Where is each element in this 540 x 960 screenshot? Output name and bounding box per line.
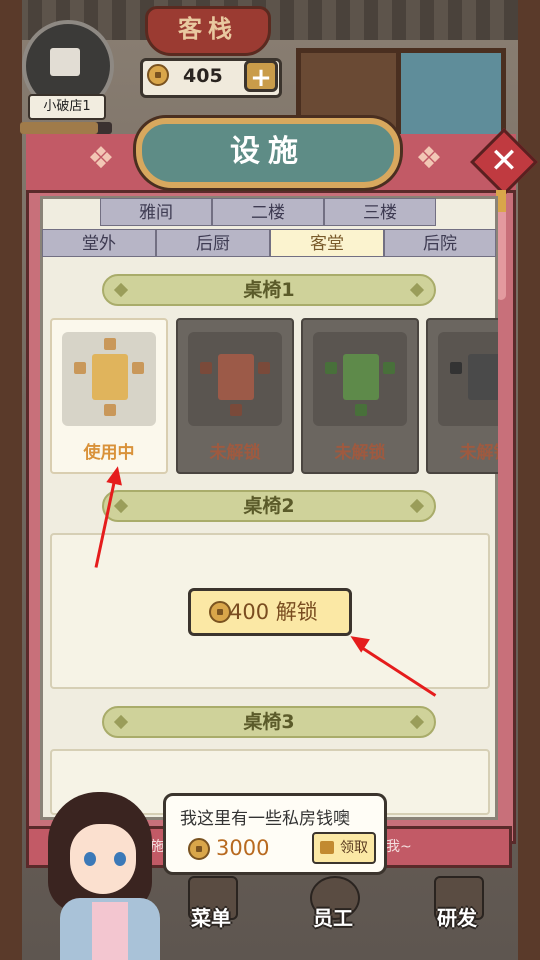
- table-card-locked[interactable]: 未解锁: [176, 318, 294, 474]
- card-status: 未解锁: [459, 443, 499, 463]
- flower-ornament-icon: ❖: [87, 141, 115, 176]
- flower-ornament-icon: ❖: [415, 141, 443, 176]
- chair-icon: [74, 362, 86, 374]
- area-tabs: 堂外 后厨 客堂 后院: [42, 229, 496, 259]
- card-status: 使用中: [83, 443, 135, 463]
- card-status: 未解锁: [209, 443, 261, 463]
- chair-icon: [104, 338, 116, 350]
- chair-icon: [450, 362, 462, 374]
- nav-staff[interactable]: 员工: [288, 872, 378, 952]
- chair-icon: [230, 404, 242, 416]
- video-ad-icon: [320, 841, 334, 854]
- section-title: 桌椅1: [243, 279, 295, 301]
- table-icon: [468, 354, 498, 400]
- diamond-icon: [409, 714, 425, 730]
- tab-second-floor[interactable]: 二楼: [212, 198, 324, 226]
- table-set-image: [188, 332, 282, 426]
- section-header-tables-2: 桌椅2: [102, 490, 436, 522]
- tab-third-floor[interactable]: 三楼: [324, 198, 436, 226]
- chair-icon: [104, 404, 116, 416]
- diamond-icon: [409, 282, 425, 298]
- section-header-tables-3: 桌椅3: [102, 706, 436, 738]
- table-icon: [92, 354, 128, 400]
- coin-icon: [209, 601, 231, 623]
- section-header-tables-1: 桌椅1: [102, 274, 436, 306]
- table-set-image: [62, 332, 156, 426]
- panel-title: 设施: [136, 118, 400, 188]
- diamond-icon: [113, 714, 129, 730]
- inn-sign: 客栈: [145, 6, 271, 56]
- tab-yajian[interactable]: 雅间: [100, 198, 212, 226]
- left-pillar: [0, 0, 22, 960]
- npc-face: [70, 824, 136, 894]
- chair-icon: [383, 362, 395, 374]
- nav-label: 研发: [437, 906, 477, 930]
- unlock-label: 解锁: [275, 600, 318, 624]
- chair-icon: [132, 362, 144, 374]
- floor-tabs: 雅间 二楼 三楼: [100, 198, 436, 228]
- nav-label: 员工: [313, 906, 353, 930]
- table-set-image: [313, 332, 407, 426]
- shop-exp-fill: [20, 122, 99, 134]
- shop-name-label: 小破店1: [28, 94, 106, 120]
- table-icon: [218, 354, 254, 400]
- speech-text: 我这里有一些私房钱噢: [180, 809, 350, 829]
- claim-reward-button[interactable]: 领取: [312, 832, 376, 864]
- tab-houyuan[interactable]: 后院: [384, 229, 496, 257]
- claim-label: 领取: [340, 840, 368, 856]
- table-icon: [343, 354, 379, 400]
- reward-amount: 3000: [216, 836, 270, 860]
- nav-research[interactable]: 研发: [412, 872, 502, 952]
- tab-ketang[interactable]: 客堂: [270, 229, 384, 257]
- add-coins-button[interactable]: +: [244, 60, 278, 93]
- section-title: 桌椅3: [243, 711, 295, 733]
- unlock-cost: 400: [229, 600, 270, 624]
- table-card-using[interactable]: 使用中: [50, 318, 168, 474]
- table-card-locked[interactable]: 未解锁: [301, 318, 419, 474]
- npc-eye: [114, 852, 126, 866]
- section-title: 桌椅2: [243, 495, 295, 517]
- table-set-image: [438, 332, 498, 426]
- shop-exp-bar: [20, 122, 112, 134]
- tab-tangwai[interactable]: 堂外: [42, 229, 156, 257]
- tab-houchu[interactable]: 后厨: [156, 229, 270, 257]
- npc-eye: [84, 852, 96, 866]
- chair-icon: [325, 362, 337, 374]
- table-set-carousel[interactable]: 使用中 未解锁 未解锁 未解锁: [50, 318, 498, 476]
- chair-icon: [258, 362, 270, 374]
- unlock-button[interactable]: 400 解锁: [188, 588, 352, 636]
- npc-collar: [92, 902, 128, 960]
- bottom-hint-text: 我~: [386, 839, 412, 855]
- chair-icon: [355, 404, 367, 416]
- close-icon[interactable]: ✕: [480, 138, 528, 186]
- chair-icon: [200, 362, 212, 374]
- coin-icon: [147, 64, 169, 86]
- diamond-icon: [113, 498, 129, 514]
- table-card-locked[interactable]: 未解锁: [426, 318, 498, 474]
- card-status: 未解锁: [334, 443, 386, 463]
- window-right: [396, 48, 506, 148]
- coin-value: 405: [183, 65, 223, 87]
- coin-icon: [188, 838, 210, 860]
- unlock-button-label: 400 解锁: [229, 591, 318, 633]
- diamond-icon: [113, 282, 129, 298]
- diamond-icon: [409, 498, 425, 514]
- house-icon: [50, 48, 80, 76]
- npc-speech-bubble: 我这里有一些私房钱噢 3000 领取: [163, 793, 387, 875]
